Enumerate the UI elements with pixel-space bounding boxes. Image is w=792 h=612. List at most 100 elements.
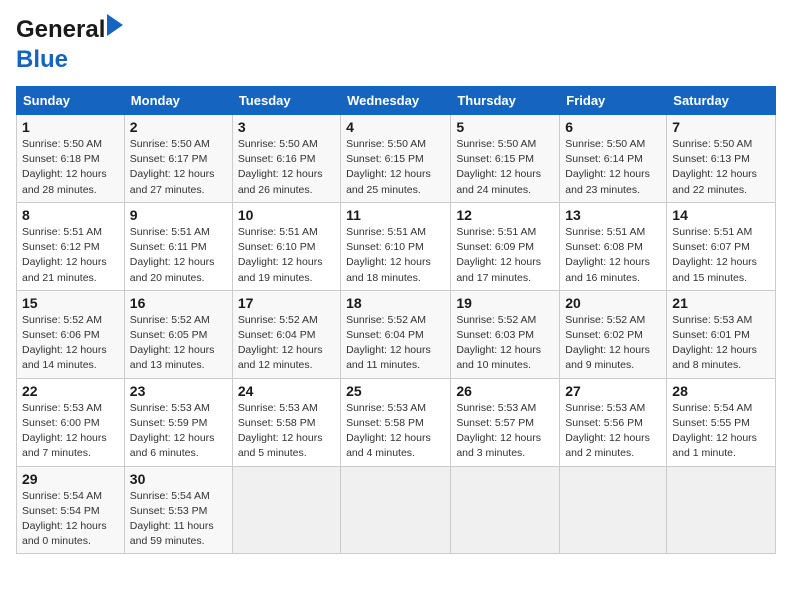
calendar-cell: 9 Sunrise: 5:51 AM Sunset: 6:11 PM Daylig… xyxy=(124,202,232,290)
day-info: Sunrise: 5:51 AM Sunset: 6:07 PM Dayligh… xyxy=(672,225,770,286)
calendar-cell: 24 Sunrise: 5:53 AM Sunset: 5:58 PM Dayli… xyxy=(232,378,340,466)
calendar-cell: 17 Sunrise: 5:52 AM Sunset: 6:04 PM Dayli… xyxy=(232,290,340,378)
calendar-cell: 26Sunrise: 5:53 AM Sunset: 5:57 PM Dayli… xyxy=(451,378,560,466)
day-number: 17 xyxy=(238,295,335,311)
col-header-saturday: Saturday xyxy=(667,87,776,115)
calendar-cell: 23 Sunrise: 5:53 AM Sunset: 5:59 PM Dayli… xyxy=(124,378,232,466)
day-number: 13 xyxy=(565,207,661,223)
col-header-tuesday: Tuesday xyxy=(232,87,340,115)
calendar-cell: 13 Sunrise: 5:51 AM Sunset: 6:08 PM Dayli… xyxy=(560,202,667,290)
calendar-cell: 19 Sunrise: 5:52 AM Sunset: 6:03 PM Dayli… xyxy=(451,290,560,378)
day-number: 22 xyxy=(22,383,119,399)
calendar-cell: 8 Sunrise: 5:51 AM Sunset: 6:12 PM Daylig… xyxy=(17,202,125,290)
col-header-wednesday: Wednesday xyxy=(341,87,451,115)
calendar-cell xyxy=(667,466,776,554)
day-info: Sunrise: 5:51 AM Sunset: 6:11 PM Dayligh… xyxy=(130,225,227,286)
day-info: Sunrise: 5:52 AM Sunset: 6:02 PM Dayligh… xyxy=(565,313,661,374)
day-number: 9 xyxy=(130,207,227,223)
day-number: 19 xyxy=(456,295,554,311)
day-info: Sunrise: 5:51 AM Sunset: 6:10 PM Dayligh… xyxy=(346,225,445,286)
day-number: 5 xyxy=(456,119,554,135)
calendar-cell: 2 Sunrise: 5:50 AM Sunset: 6:17 PM Daylig… xyxy=(124,115,232,203)
day-number: 15 xyxy=(22,295,119,311)
day-number: 7 xyxy=(672,119,770,135)
calendar-cell: 10 Sunrise: 5:51 AM Sunset: 6:10 PM Dayli… xyxy=(232,202,340,290)
day-number: 20 xyxy=(565,295,661,311)
calendar-table: SundayMondayTuesdayWednesdayThursdayFrid… xyxy=(16,86,776,554)
day-info: Sunrise: 5:52 AM Sunset: 6:05 PM Dayligh… xyxy=(130,313,227,374)
calendar-cell: 22 Sunrise: 5:53 AM Sunset: 6:00 PM Dayli… xyxy=(17,378,125,466)
logo-arrow-icon xyxy=(107,14,123,36)
calendar-cell: 29 Sunrise: 5:54 AM Sunset: 5:54 PM Dayli… xyxy=(17,466,125,554)
day-number: 25 xyxy=(346,383,445,399)
calendar-cell: 20 Sunrise: 5:52 AM Sunset: 6:02 PM Dayli… xyxy=(560,290,667,378)
calendar-cell: 21 Sunrise: 5:53 AM Sunset: 6:01 PM Dayli… xyxy=(667,290,776,378)
calendar-cell: 16 Sunrise: 5:52 AM Sunset: 6:05 PM Dayli… xyxy=(124,290,232,378)
day-number: 27 xyxy=(565,383,661,399)
calendar-cell xyxy=(232,466,340,554)
calendar-cell: 4 Sunrise: 5:50 AM Sunset: 6:15 PM Daylig… xyxy=(341,115,451,203)
day-info: Sunrise: 5:50 AM Sunset: 6:18 PM Dayligh… xyxy=(22,137,119,198)
calendar-cell xyxy=(560,466,667,554)
day-info: Sunrise: 5:50 AM Sunset: 6:16 PM Dayligh… xyxy=(238,137,335,198)
day-number: 14 xyxy=(672,207,770,223)
day-info: Sunrise: 5:51 AM Sunset: 6:08 PM Dayligh… xyxy=(565,225,661,286)
day-info: Sunrise: 5:54 AM Sunset: 5:55 PM Dayligh… xyxy=(672,401,770,462)
day-number: 16 xyxy=(130,295,227,311)
calendar-cell: 18 Sunrise: 5:52 AM Sunset: 6:04 PM Dayli… xyxy=(341,290,451,378)
day-number: 24 xyxy=(238,383,335,399)
day-info: Sunrise: 5:52 AM Sunset: 6:03 PM Dayligh… xyxy=(456,313,554,374)
day-info: Sunrise: 5:54 AM Sunset: 5:53 PM Dayligh… xyxy=(130,489,227,550)
day-info: Sunrise: 5:51 AM Sunset: 6:10 PM Dayligh… xyxy=(238,225,335,286)
day-number: 23 xyxy=(130,383,227,399)
col-header-friday: Friday xyxy=(560,87,667,115)
day-info: Sunrise: 5:53 AM Sunset: 6:00 PM Dayligh… xyxy=(22,401,119,462)
day-info: Sunrise: 5:50 AM Sunset: 6:14 PM Dayligh… xyxy=(565,137,661,198)
day-info: Sunrise: 5:54 AM Sunset: 5:54 PM Dayligh… xyxy=(22,489,119,550)
day-info: Sunrise: 5:50 AM Sunset: 6:17 PM Dayligh… xyxy=(130,137,227,198)
day-number: 2 xyxy=(130,119,227,135)
calendar-cell: 27 Sunrise: 5:53 AM Sunset: 5:56 PM Dayli… xyxy=(560,378,667,466)
day-number: 12 xyxy=(456,207,554,223)
calendar-cell: 1 Sunrise: 5:50 AM Sunset: 6:18 PM Daylig… xyxy=(17,115,125,203)
day-info: Sunrise: 5:52 AM Sunset: 6:04 PM Dayligh… xyxy=(238,313,335,374)
calendar-cell xyxy=(341,466,451,554)
day-number: 28 xyxy=(672,383,770,399)
day-info: Sunrise: 5:53 AM Sunset: 5:58 PM Dayligh… xyxy=(238,401,335,462)
day-info: Sunrise: 5:50 AM Sunset: 6:13 PM Dayligh… xyxy=(672,137,770,198)
calendar-cell: 5 Sunrise: 5:50 AM Sunset: 6:15 PM Daylig… xyxy=(451,115,560,203)
col-header-monday: Monday xyxy=(124,87,232,115)
day-info: Sunrise: 5:50 AM Sunset: 6:15 PM Dayligh… xyxy=(346,137,445,198)
day-number: 11 xyxy=(346,207,445,223)
day-number: 3 xyxy=(238,119,335,135)
day-info: Sunrise: 5:53 AM Sunset: 6:01 PM Dayligh… xyxy=(672,313,770,374)
calendar-cell: 12Sunrise: 5:51 AM Sunset: 6:09 PM Dayli… xyxy=(451,202,560,290)
day-info: Sunrise: 5:52 AM Sunset: 6:04 PM Dayligh… xyxy=(346,313,445,374)
day-info: Sunrise: 5:53 AM Sunset: 5:56 PM Dayligh… xyxy=(565,401,661,462)
day-number: 18 xyxy=(346,295,445,311)
day-number: 29 xyxy=(22,471,119,487)
calendar-cell: 6 Sunrise: 5:50 AM Sunset: 6:14 PM Daylig… xyxy=(560,115,667,203)
day-info: Sunrise: 5:52 AM Sunset: 6:06 PM Dayligh… xyxy=(22,313,119,374)
calendar-cell: 7 Sunrise: 5:50 AM Sunset: 6:13 PM Daylig… xyxy=(667,115,776,203)
day-number: 1 xyxy=(22,119,119,135)
col-header-sunday: Sunday xyxy=(17,87,125,115)
calendar-cell: 11 Sunrise: 5:51 AM Sunset: 6:10 PM Dayli… xyxy=(341,202,451,290)
day-number: 6 xyxy=(565,119,661,135)
calendar-cell: 14 Sunrise: 5:51 AM Sunset: 6:07 PM Dayli… xyxy=(667,202,776,290)
day-number: 8 xyxy=(22,207,119,223)
day-number: 21 xyxy=(672,295,770,311)
calendar-cell: 3 Sunrise: 5:50 AM Sunset: 6:16 PM Daylig… xyxy=(232,115,340,203)
day-info: Sunrise: 5:51 AM Sunset: 6:12 PM Dayligh… xyxy=(22,225,119,286)
day-number: 4 xyxy=(346,119,445,135)
col-header-thursday: Thursday xyxy=(451,87,560,115)
calendar-cell: 25 Sunrise: 5:53 AM Sunset: 5:58 PM Dayli… xyxy=(341,378,451,466)
calendar-cell xyxy=(451,466,560,554)
day-info: Sunrise: 5:50 AM Sunset: 6:15 PM Dayligh… xyxy=(456,137,554,198)
logo: General Blue xyxy=(16,16,105,74)
day-number: 10 xyxy=(238,207,335,223)
day-info: Sunrise: 5:53 AM Sunset: 5:58 PM Dayligh… xyxy=(346,401,445,462)
page-header: General Blue xyxy=(16,16,776,74)
logo-blue-text: Blue xyxy=(16,46,68,73)
day-info: Sunrise: 5:53 AM Sunset: 5:59 PM Dayligh… xyxy=(130,401,227,462)
